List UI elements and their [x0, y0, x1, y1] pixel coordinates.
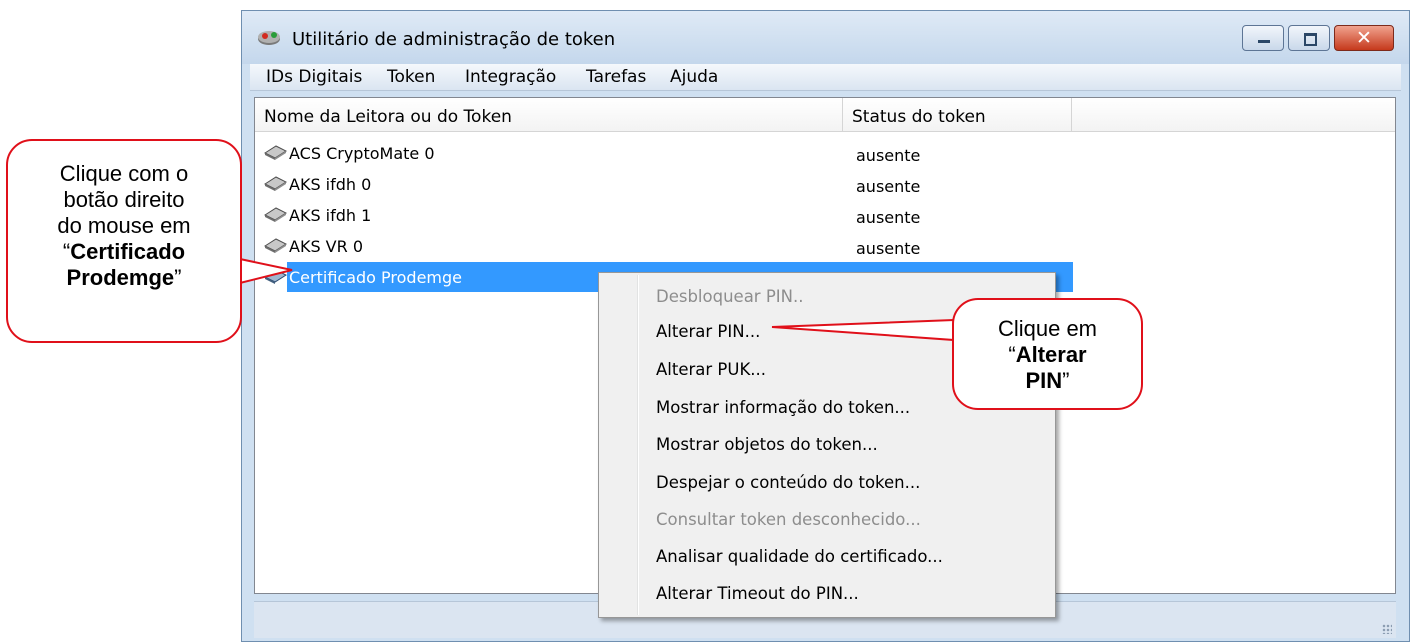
instruction-callout-right-click: Clique com o botão direito do mouse em “…	[6, 139, 242, 343]
menu-consultar-token: Consultar token desconhecido...	[656, 510, 921, 529]
callout-line: do mouse em	[57, 213, 191, 238]
list-item[interactable]: AKS ifdh 0 ausente	[255, 169, 1395, 199]
menu-analisar-qualidade[interactable]: Analisar qualidade do certificado...	[656, 547, 943, 566]
minimize-button[interactable]	[1242, 25, 1284, 51]
smartcard-reader-icon	[263, 207, 287, 222]
callout-line: botão direito	[63, 187, 185, 212]
token-status: ausente	[856, 177, 921, 196]
title-bar[interactable]: Utilitário de administração de token ✕	[242, 11, 1409, 64]
column-header-name[interactable]: Nome da Leitora ou do Token	[255, 98, 843, 132]
menu-integracao[interactable]: Integração	[465, 67, 556, 87]
callout-line: Clique em	[997, 316, 1098, 341]
list-item[interactable]: AKS VR 0 ausente	[255, 231, 1395, 261]
instruction-callout-alterar-pin: Clique em “Alterar PIN”	[952, 298, 1143, 410]
callout-line: PIN”	[954, 368, 1141, 394]
token-name: ACS CryptoMate 0	[289, 144, 435, 163]
callout-line: Clique com o	[59, 161, 189, 186]
quote-open: “	[1008, 342, 1016, 367]
token-name: Certificado Prodemge	[289, 268, 462, 287]
menu-alterar-timeout[interactable]: Alterar Timeout do PIN...	[656, 584, 859, 603]
callout-line: “Certificado	[8, 239, 240, 265]
smartcard-token-icon	[263, 269, 287, 284]
menu-ids-digitais[interactable]: IDs Digitais	[266, 67, 362, 87]
menu-tarefas[interactable]: Tarefas	[586, 67, 646, 87]
token-name: AKS VR 0	[289, 237, 364, 256]
menu-mostrar-informacao[interactable]: Mostrar informação do token...	[656, 398, 910, 417]
list-item[interactable]: ACS CryptoMate 0 ausente	[255, 138, 1395, 168]
column-header-status[interactable]: Status do token	[843, 98, 1072, 132]
resize-grip-icon[interactable]	[1382, 624, 1392, 634]
minimize-icon	[1258, 40, 1270, 43]
quote-close: ”	[1062, 368, 1070, 393]
maximize-button[interactable]	[1288, 25, 1330, 51]
token-status: ausente	[856, 208, 921, 227]
token-status: ausente	[856, 239, 921, 258]
window-title: Utilitário de administração de token	[292, 29, 616, 50]
smartcard-reader-icon	[263, 238, 287, 253]
smartcard-reader-icon	[263, 145, 287, 160]
callout-bold: PIN	[1025, 368, 1063, 393]
token-name: AKS ifdh 1	[289, 206, 372, 225]
quote-close: ”	[174, 265, 182, 290]
token-status: ausente	[856, 146, 921, 165]
close-button[interactable]: ✕	[1334, 25, 1394, 51]
token-app-icon	[258, 31, 280, 45]
callout-bold: Alterar	[1015, 342, 1087, 367]
token-name: AKS ifdh 0	[289, 175, 372, 194]
menu-gutter	[637, 275, 639, 615]
menu-desbloquear-pin: Desbloquear PIN..	[656, 287, 804, 306]
menu-alterar-pin[interactable]: Alterar PIN...	[656, 322, 760, 341]
maximize-icon	[1304, 33, 1317, 46]
menu-despejar-conteudo[interactable]: Despejar o conteúdo do token...	[656, 473, 920, 492]
close-icon: ✕	[1356, 27, 1372, 49]
menu-token[interactable]: Token	[387, 67, 435, 87]
menu-mostrar-objetos[interactable]: Mostrar objetos do token...	[656, 435, 878, 454]
callout-line: “Alterar	[954, 342, 1141, 368]
smartcard-reader-icon	[263, 176, 287, 191]
column-header-empty	[1072, 98, 1395, 132]
menu-ajuda[interactable]: Ajuda	[670, 67, 718, 87]
callout-line: Prodemge”	[8, 265, 240, 291]
menu-alterar-puk[interactable]: Alterar PUK...	[656, 360, 766, 379]
callout-bold: Prodemge	[66, 265, 175, 290]
menu-bar: IDs Digitais Token Integração Tarefas Aj…	[250, 64, 1401, 91]
list-item[interactable]: AKS ifdh 1 ausente	[255, 200, 1395, 230]
callout-bold: Certificado	[70, 239, 186, 264]
